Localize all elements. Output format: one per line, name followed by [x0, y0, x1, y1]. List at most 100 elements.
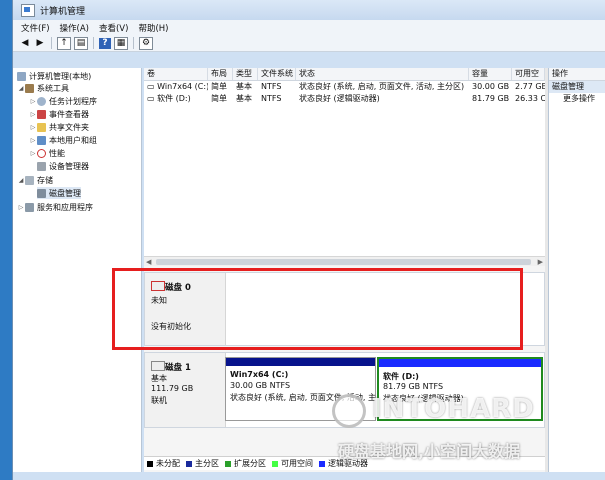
tree-item-local-users[interactable]: ▷ 本地用户和组 — [29, 134, 97, 146]
table-row[interactable]: ▭ Win7x64 (C:) 简单 基本 NTFS 状态良好 (系统, 启动, … — [144, 81, 545, 93]
cell-filesystem: NTFS — [261, 94, 282, 103]
computer-management-icon — [21, 3, 35, 17]
partition-d-label: 软件 (D:) — [383, 372, 419, 381]
col-status[interactable]: 状态 — [296, 68, 469, 80]
cell-free: 2.77 GE — [515, 82, 545, 91]
scroll-left-icon[interactable]: ◀ — [146, 258, 151, 266]
legend-swatch — [147, 460, 153, 467]
up-folder-icon[interactable]: ↑ — [57, 36, 71, 50]
window-title: 计算机管理 — [40, 6, 86, 17]
clock-icon — [37, 96, 46, 106]
partition-legend: 未分配 主分区 扩展分区 可用空间 逻辑驱动器 — [144, 456, 545, 470]
forward-icon[interactable]: ▶ — [34, 38, 46, 49]
expand-arrow-icon[interactable]: ▷ — [17, 204, 25, 211]
scrollbar-thumb[interactable] — [156, 259, 531, 265]
col-capacity[interactable]: 容量 — [469, 68, 512, 80]
disk-0-block[interactable]: 磁盘 0 未知 没有初始化 — [144, 272, 545, 346]
desktop-strip — [0, 0, 12, 480]
disk-0-state: 未知 — [151, 296, 167, 305]
legend-swatch — [272, 460, 278, 467]
expand-arrow-icon[interactable]: ▷ — [29, 111, 37, 118]
toolbar-separator — [93, 37, 94, 49]
menu-action[interactable]: 操作(A) — [60, 22, 89, 34]
legend-item: 主分区 — [186, 458, 219, 469]
tree-item-task-scheduler[interactable]: ▷ 任务计划程序 — [29, 95, 97, 107]
legend-swatch — [319, 460, 325, 467]
disk-icon — [151, 361, 165, 371]
col-free[interactable]: 可用空 — [512, 68, 545, 80]
disk-management-pane: 卷 布局 类型 文件系统 状态 容量 可用空 ▭ Win7x64 (C:) 简单… — [144, 68, 545, 472]
users-icon — [37, 135, 46, 145]
cell-capacity: 30.00 GB — [472, 82, 510, 91]
settings-icon[interactable]: ⚙ — [139, 36, 153, 50]
disk-0-init: 没有初始化 — [151, 322, 191, 331]
disk-1-name: 磁盘 1 — [165, 363, 191, 373]
partition-c[interactable]: Win7x64 (C:) 30.00 GB NTFS 状态良好 (系统, 启动,… — [225, 357, 376, 421]
expand-arrow-icon[interactable]: ▷ — [29, 124, 37, 131]
services-icon — [25, 202, 34, 212]
tree-item-system-tools[interactable]: ◢ 系统工具 — [17, 82, 69, 94]
tree-item-performance[interactable]: ▷ 性能 — [29, 147, 65, 159]
col-type[interactable]: 类型 — [233, 68, 258, 80]
tree-item-storage[interactable]: ◢ 存储 — [17, 174, 53, 186]
partition-d-bar — [379, 359, 541, 367]
partition-d[interactable]: 软件 (D:) 81.79 GB NTFS 状态良好 (逻辑驱动器) — [377, 357, 543, 421]
scroll-right-icon[interactable]: ▶ — [538, 258, 543, 266]
disk-0-name: 磁盘 0 — [165, 283, 191, 293]
event-viewer-icon — [37, 109, 46, 119]
disk-1-type: 基本 — [151, 374, 167, 383]
storage-icon — [25, 175, 34, 185]
properties-icon[interactable]: ▦ — [114, 36, 128, 50]
cell-filesystem: NTFS — [261, 82, 282, 91]
back-icon[interactable]: ◀ — [19, 38, 31, 49]
disk-1-size: 111.79 GB — [151, 384, 194, 393]
legend-item: 未分配 — [147, 458, 180, 469]
help-icon[interactable]: ? — [99, 37, 111, 49]
collapse-arrow-icon[interactable]: ◢ — [17, 177, 25, 184]
toolbar-separator — [133, 37, 134, 49]
tree-item-root[interactable]: 计算机管理(本地) — [17, 70, 91, 82]
collapse-arrow-icon[interactable]: ◢ — [17, 85, 25, 92]
actions-pane: 操作 磁盘管理 更多操作 — [548, 68, 605, 472]
tree-item-disk-management[interactable]: 磁盘管理 — [37, 187, 81, 199]
cell-layout: 简单 — [211, 82, 227, 91]
more-actions[interactable]: 更多操作 — [549, 93, 605, 105]
menu-help[interactable]: 帮助(H) — [138, 22, 168, 34]
menu-file[interactable]: 文件(F) — [21, 22, 50, 34]
col-filesystem[interactable]: 文件系统 — [258, 68, 296, 80]
partition-c-status: 状态良好 (系统, 启动, 页面文件, 活动, 主 — [230, 393, 377, 402]
cell-layout: 简单 — [211, 94, 227, 103]
disk-1-label: 磁盘 1 基本 111.79 GB 联机 — [145, 353, 226, 427]
tree-item-device-manager[interactable]: 设备管理器 — [37, 160, 89, 172]
tree-item-services-apps[interactable]: ▷ 服务和应用程序 — [17, 201, 93, 213]
tree-item-shared-folders[interactable]: ▷ 共享文件夹 — [29, 121, 89, 133]
table-row[interactable]: ▭ 软件 (D:) 简单 基本 NTFS 状态良好 (逻辑驱动器) 81.79 … — [144, 93, 545, 105]
tools-icon — [25, 83, 34, 93]
partition-c-label: Win7x64 (C:) — [230, 370, 289, 379]
disk-0-label: 磁盘 0 未知 没有初始化 — [145, 273, 226, 345]
disk-graphical-view: 磁盘 0 未知 没有初始化 磁盘 1 基本 111.79 GB 联机 Win7x… — [144, 266, 545, 472]
navigation-tree: 计算机管理(本地) ◢ 系统工具 ▷ 任务计划程序 ▷ 事件查看器 ▷ 共享文件… — [13, 68, 142, 472]
cell-type: 基本 — [236, 94, 252, 103]
shared-folder-icon — [37, 122, 46, 132]
cell-status: 状态良好 (系统, 启动, 页面文件, 活动, 主分区) — [299, 82, 465, 91]
col-layout[interactable]: 布局 — [208, 68, 233, 80]
show-hide-tree-icon[interactable]: ▤ — [74, 36, 88, 50]
actions-section-disk-management[interactable]: 磁盘管理 — [549, 81, 605, 93]
toolbar: ◀ ▶ ↑ ▤ ? ▦ ⚙ — [13, 35, 605, 52]
drive-icon: ▭ — [147, 82, 158, 91]
expand-arrow-icon[interactable]: ▷ — [29, 137, 37, 144]
legend-swatch — [225, 460, 231, 467]
disk-error-icon — [151, 281, 165, 291]
legend-swatch — [186, 460, 192, 467]
actions-header: 操作 — [549, 68, 605, 81]
menu-bar: 文件(F) 操作(A) 查看(V) 帮助(H) — [13, 20, 605, 35]
menu-view[interactable]: 查看(V) — [99, 22, 128, 34]
expand-arrow-icon[interactable]: ▷ — [29, 98, 37, 105]
device-manager-icon — [37, 161, 46, 171]
computer-management-window: 计算机管理 文件(F) 操作(A) 查看(V) 帮助(H) ◀ ▶ ↑ ▤ ? … — [12, 0, 605, 480]
col-volume[interactable]: 卷 — [144, 68, 208, 80]
disk-1-block[interactable]: 磁盘 1 基本 111.79 GB 联机 Win7x64 (C:) 30.00 … — [144, 352, 545, 428]
expand-arrow-icon[interactable]: ▷ — [29, 150, 37, 157]
tree-item-event-viewer[interactable]: ▷ 事件查看器 — [29, 108, 89, 120]
